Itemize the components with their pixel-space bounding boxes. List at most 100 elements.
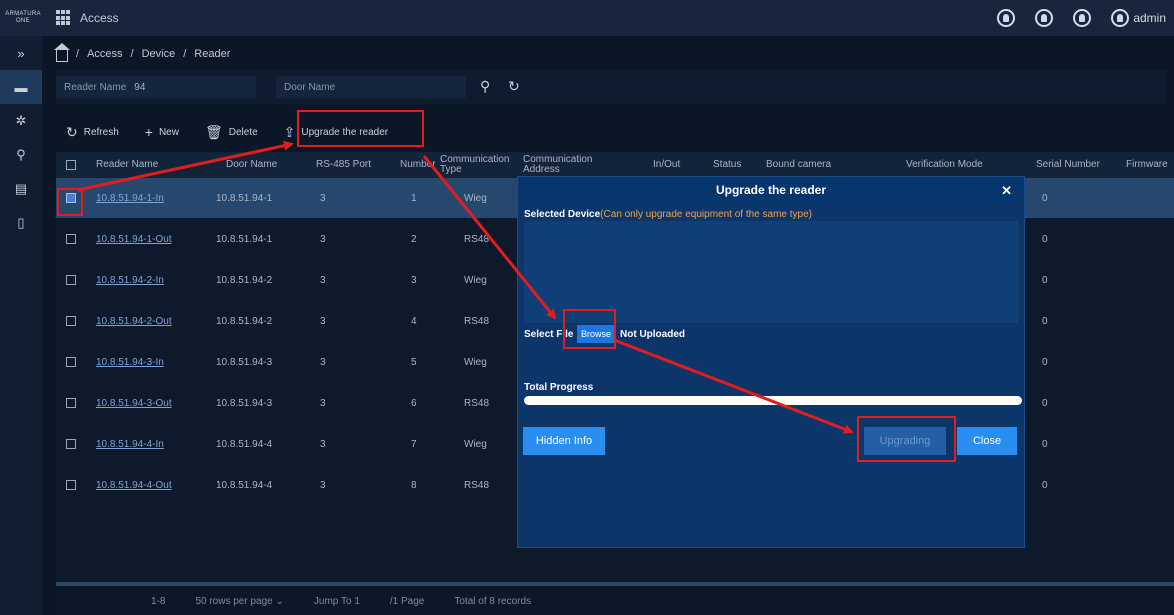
row-checkbox[interactable] [66, 480, 76, 490]
comm-type-cell: RS48 [464, 397, 490, 409]
breadcrumb-device[interactable]: Device [142, 48, 176, 60]
reader-name-link[interactable]: 10.8.51.94-3-Out [96, 398, 172, 409]
gear-icon[interactable]: ✲ [0, 104, 42, 138]
annotation-box-browse [563, 309, 616, 349]
col-verification-mode[interactable]: Verification Mode [906, 152, 983, 178]
user-name: admin [1133, 11, 1166, 25]
selected-device-list [524, 221, 1018, 323]
search-icon[interactable]: ⚲ [480, 78, 490, 95]
col-rs485-port[interactable]: RS-485 Port [316, 152, 371, 178]
plus-icon: + [144, 124, 153, 140]
comm-type-cell: Wieg [464, 356, 487, 368]
report-icon[interactable]: ▤ [0, 172, 42, 206]
comm-type-cell: RS48 [464, 315, 490, 327]
jump-to[interactable]: Jump To 1 [314, 596, 360, 607]
col-bound-camera[interactable]: Bound camera [766, 152, 831, 178]
col-comm-address[interactable]: Communication Address [523, 152, 597, 178]
access-icon[interactable]: ▬ [0, 70, 42, 104]
new-button[interactable]: + New [145, 124, 179, 140]
comm-type-cell: RS48 [464, 233, 490, 245]
sidebar: » ▬ ✲ ⚲ ▤ ▯ [0, 36, 42, 615]
reader-name-link[interactable]: 10.8.51.94-2-In [96, 275, 164, 286]
reader-name-input[interactable]: Reader Name 94 [56, 76, 256, 98]
logo: ARMATURA ONE [5, 11, 41, 24]
port-cell: 3 [320, 438, 326, 450]
device-icon[interactable]: ▯ [0, 206, 42, 240]
col-status[interactable]: Status [713, 152, 741, 178]
refresh-icon: ↻ [66, 123, 78, 140]
door-name-cell: 10.8.51.94-2 [216, 274, 273, 286]
table-header: Reader Name Door Name RS-485 Port Number… [56, 152, 1174, 178]
key-icon[interactable]: ⚲ [0, 138, 42, 172]
filter-bar: Reader Name 94 Door Name ⚲ ↻ [56, 70, 1166, 104]
door-name-input[interactable]: Door Name [276, 76, 466, 98]
col-comm-type[interactable]: Communication Type [440, 152, 518, 178]
user-menu[interactable]: admin [1111, 9, 1166, 27]
row-checkbox[interactable] [66, 316, 76, 326]
col-reader-name[interactable]: Reader Name [96, 152, 158, 178]
port-cell: 3 [320, 315, 326, 327]
reader-name-link[interactable]: 10.8.51.94-1-Out [96, 234, 172, 245]
row-checkbox[interactable] [66, 275, 76, 285]
annotation-box-upgrade [297, 110, 424, 147]
reader-name-label: Reader Name [64, 81, 127, 93]
close-button[interactable]: Close [957, 427, 1017, 455]
breadcrumb-access[interactable]: Access [87, 48, 122, 60]
col-firmware[interactable]: Firmware [1126, 152, 1168, 178]
bell-icon[interactable] [1035, 9, 1054, 27]
reader-name-link[interactable]: 10.8.51.94-3-In [96, 357, 164, 368]
reader-name-link[interactable]: 10.8.51.94-1-In [96, 193, 164, 204]
reset-icon[interactable]: ↻ [508, 78, 520, 95]
comm-type-cell: Wieg [464, 274, 487, 286]
col-door-name[interactable]: Door Name [226, 152, 277, 178]
breadcrumb-reader: Reader [194, 48, 231, 60]
row-checkbox[interactable] [66, 398, 76, 408]
refresh-button[interactable]: ↻ Refresh [66, 124, 119, 141]
col-number[interactable]: Number [400, 152, 436, 178]
comm-type-cell: RS48 [464, 479, 490, 491]
door-name-cell: 10.8.51.94-1 [216, 192, 273, 204]
file-status: Not Uploaded [620, 329, 685, 340]
serial-cell: 0 [1042, 479, 1048, 491]
reader-name-link[interactable]: 10.8.51.94-4-In [96, 439, 164, 450]
rows-per-page-select[interactable]: 50 rows per page ⌄ [195, 596, 283, 607]
port-cell: 3 [320, 192, 326, 204]
reader-name-link[interactable]: 10.8.51.94-4-Out [96, 480, 172, 491]
col-serial-number[interactable]: Serial Number [1036, 152, 1100, 178]
row-checkbox[interactable] [66, 234, 76, 244]
serial-cell: 0 [1042, 192, 1048, 204]
close-icon[interactable]: ✕ [1001, 183, 1012, 199]
col-in-out[interactable]: In/Out [653, 152, 680, 178]
port-cell: 3 [320, 274, 326, 286]
number-cell: 7 [411, 438, 417, 450]
door-name-cell: 10.8.51.94-4 [216, 438, 273, 450]
breadcrumb: / Access / Device / Reader [54, 42, 231, 62]
home-icon[interactable] [54, 42, 70, 62]
door-name-cell: 10.8.51.94-2 [216, 315, 273, 327]
number-cell: 4 [411, 315, 417, 327]
door-name-cell: 10.8.51.94-3 [216, 356, 273, 368]
reader-name-value: 94 [134, 81, 146, 93]
number-cell: 2 [411, 233, 417, 245]
row-checkbox[interactable] [66, 439, 76, 449]
total-progress-label: Total Progress [524, 382, 594, 393]
page-count: /1 Page [389, 596, 425, 607]
upgrade-icon: ⇪ [283, 123, 296, 140]
serial-cell: 0 [1042, 356, 1048, 368]
number-cell: 3 [411, 274, 417, 286]
horizontal-scrollbar[interactable] [56, 582, 1174, 586]
select-all-checkbox[interactable] [66, 160, 76, 170]
delete-button[interactable]: 🗑 Delete [205, 124, 258, 141]
operator-icon[interactable] [1073, 9, 1092, 27]
total-progress-bar [524, 396, 1022, 405]
apps-grid-icon[interactable] [56, 10, 72, 26]
port-cell: 3 [320, 397, 326, 409]
reader-name-link[interactable]: 10.8.51.94-2-Out [96, 316, 172, 327]
comm-type-cell: Wieg [464, 438, 487, 450]
row-checkbox[interactable] [66, 357, 76, 367]
serial-cell: 0 [1042, 315, 1048, 327]
expand-icon[interactable]: » [0, 36, 42, 70]
pagination-bar: 1-8 50 rows per page ⌄ Jump To 1 /1 Page… [56, 582, 1174, 615]
headset-icon[interactable] [997, 9, 1016, 27]
hidden-info-button[interactable]: Hidden Info [523, 427, 605, 455]
